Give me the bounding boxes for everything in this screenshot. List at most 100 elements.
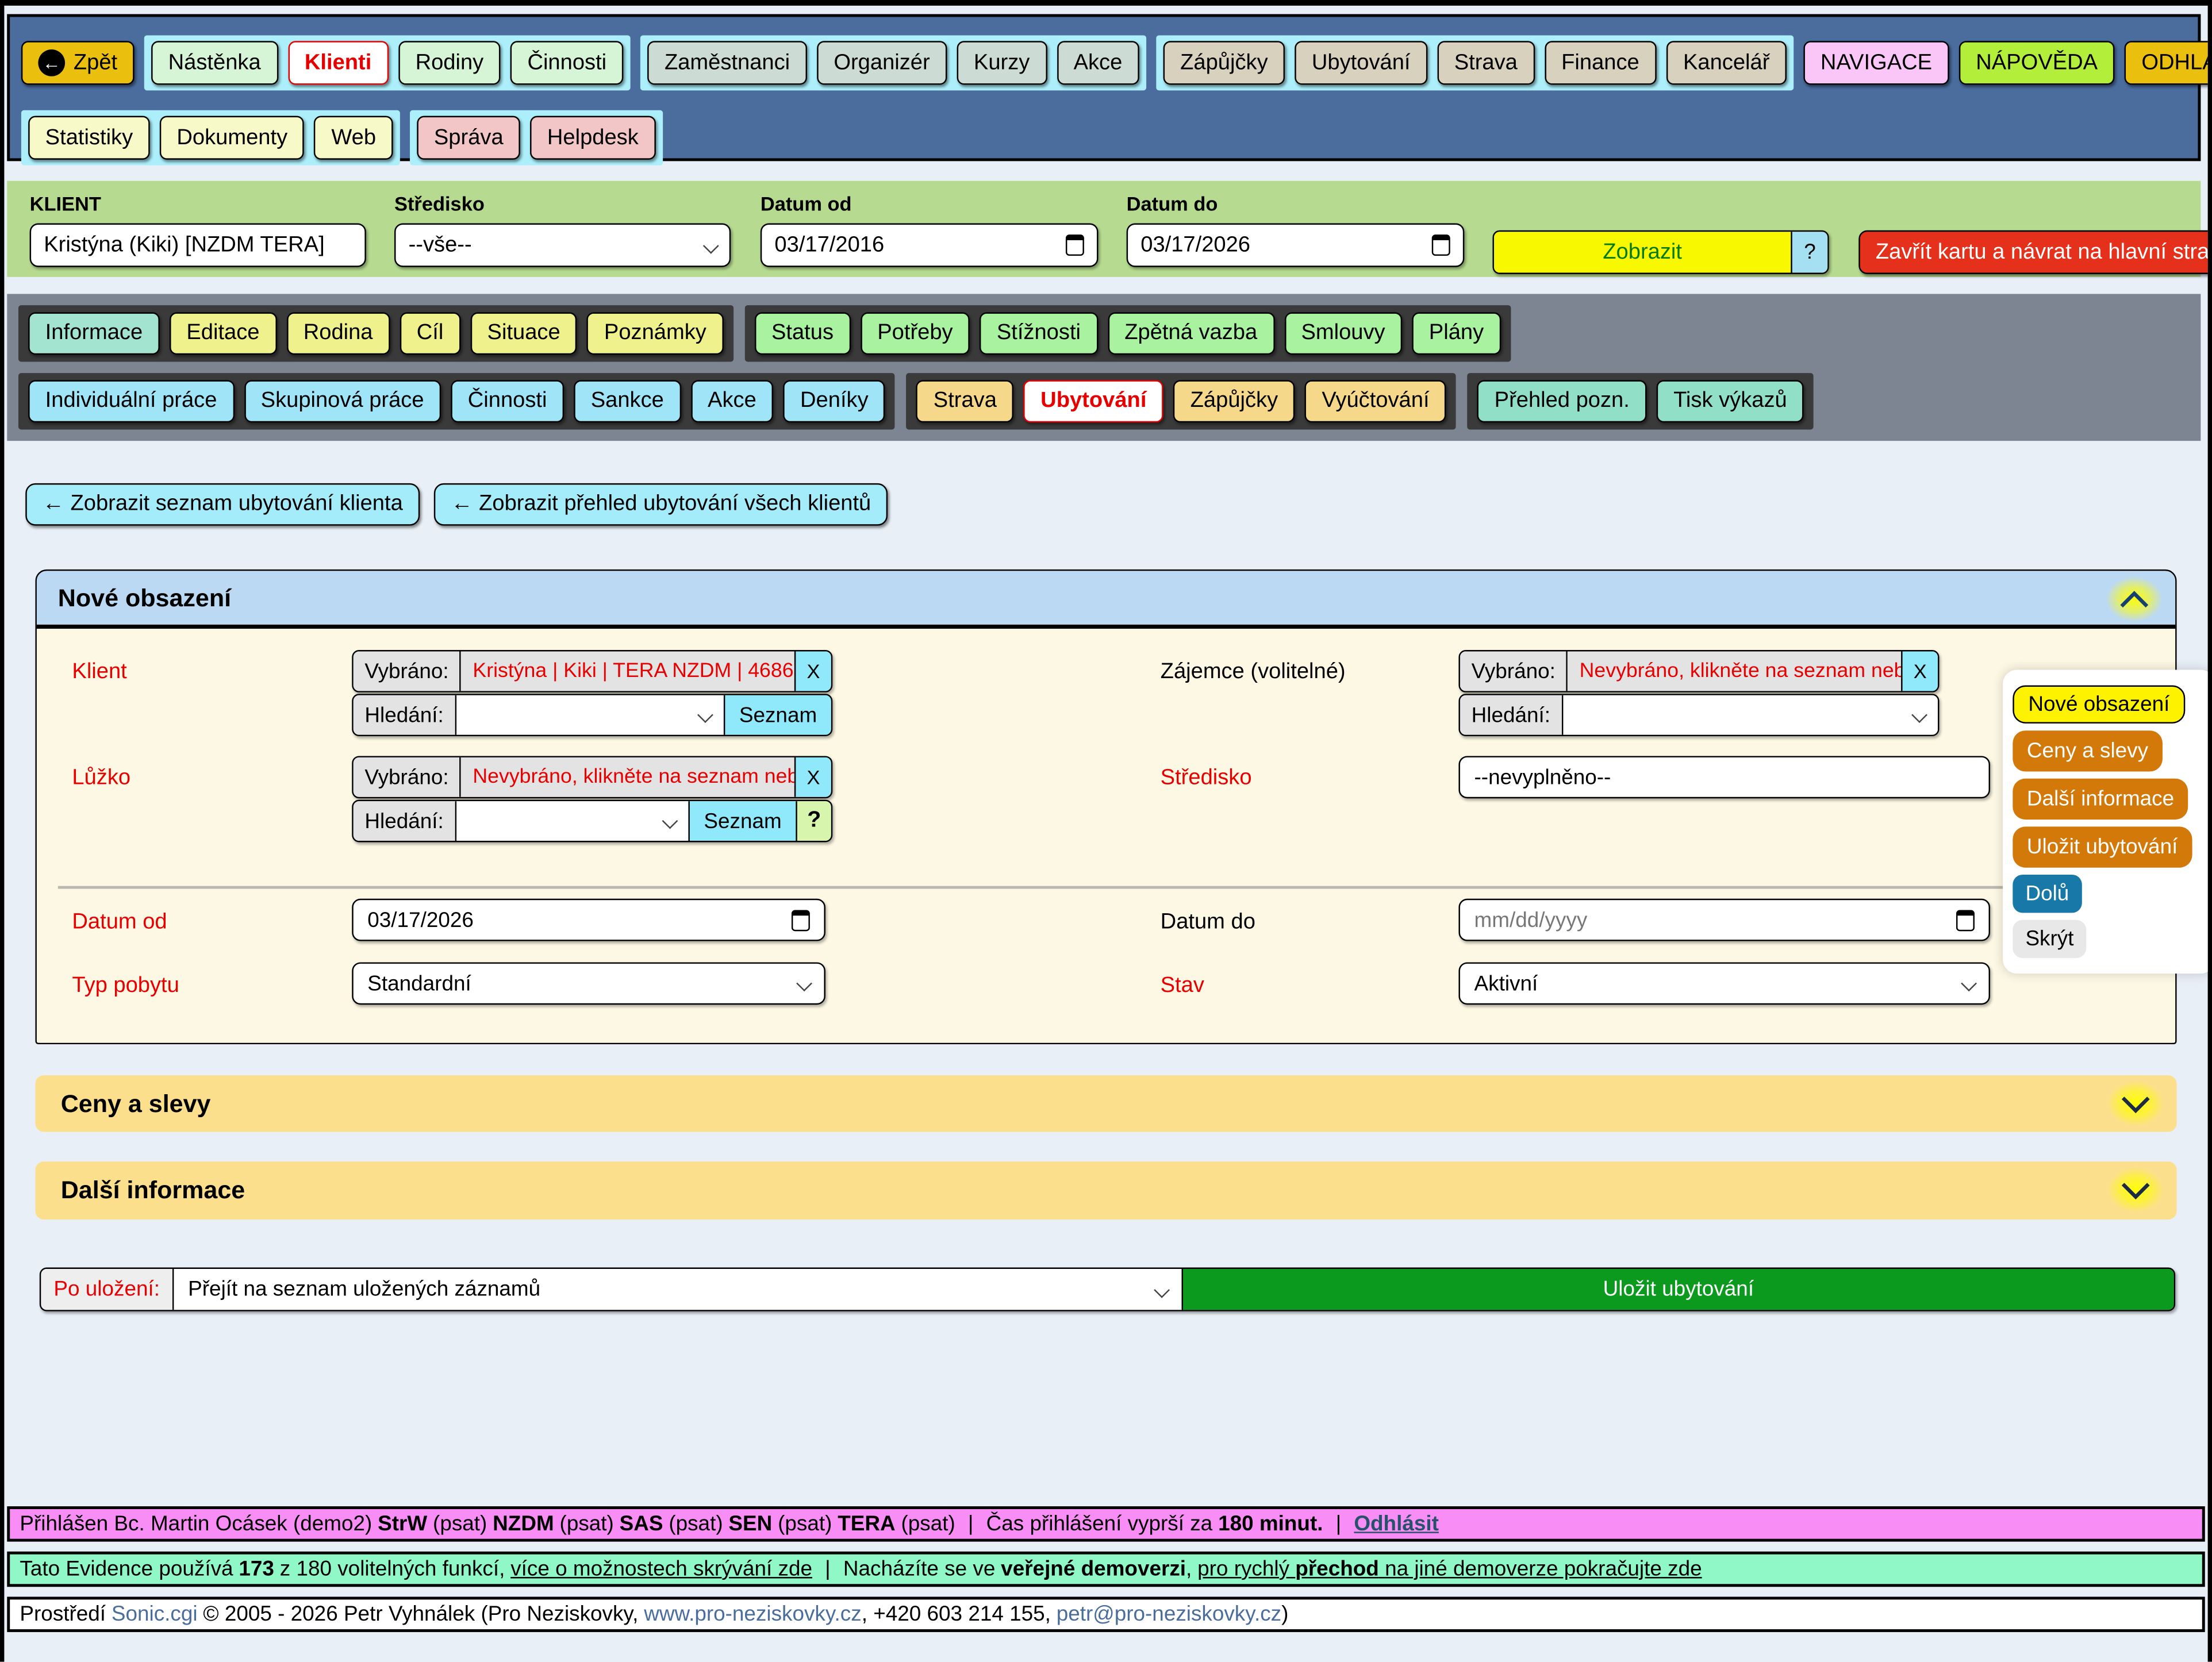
klient-filter-input[interactable]: Kristýna (Kiki) [NZDM TERA]	[30, 223, 366, 267]
tab-rodina[interactable]: Rodina	[286, 312, 390, 355]
menu-nove-obsazeni[interactable]: Nové obsazení	[2013, 686, 2185, 724]
tab-potreby[interactable]: Potřeby	[861, 312, 970, 355]
tab-editace[interactable]: Editace	[170, 312, 276, 355]
nav-item-zamestnanci[interactable]: Zaměstnanci	[647, 41, 807, 84]
datum-do-filter-input[interactable]: 03/17/2026	[1127, 223, 1465, 267]
nav-item-helpdesk[interactable]: Helpdesk	[530, 116, 655, 160]
tab-plany[interactable]: Plány	[1412, 312, 1500, 355]
stredisko-filter-select[interactable]: --vše--	[394, 223, 731, 267]
menu-ulozit-ubytovani[interactable]: Uložit ubytování	[2013, 826, 2192, 867]
role-suffix: (psat)	[778, 1512, 832, 1536]
tab-vyuctovani[interactable]: Vyúčtování	[1305, 380, 1446, 422]
luzko-seznam-button[interactable]: Seznam	[688, 801, 796, 841]
nav-group-clients: Nástěnka Klienti Rodiny Činnosti	[144, 35, 631, 90]
website-link[interactable]: www.pro-neziskovky.cz	[644, 1602, 862, 1626]
nav-item-klienti[interactable]: Klienti	[287, 41, 388, 84]
role-badge: SAS	[620, 1512, 663, 1536]
nav-item-kurzy[interactable]: Kurzy	[957, 41, 1046, 84]
nav-item-strava[interactable]: Strava	[1437, 41, 1534, 84]
zobrazit-help-button[interactable]: ?	[1791, 232, 1827, 272]
navigace-button[interactable]: NAVIGACE	[1803, 41, 1949, 84]
logout-link[interactable]: Odhlásit	[1354, 1512, 1439, 1536]
env-text: , +420 603 214 155,	[862, 1602, 1051, 1626]
hide-options-link[interactable]: více o možnostech skrývání zde	[510, 1557, 812, 1582]
show-all-accommodation-overview-button[interactable]: ← Zobrazit přehled ubytování všech klien…	[434, 483, 888, 526]
nav-item-sprava[interactable]: Správa	[417, 116, 520, 160]
sonic-link[interactable]: Sonic.cgi	[112, 1602, 198, 1626]
zajemce-search-select[interactable]	[1563, 695, 1938, 735]
show-client-accommodation-list-button[interactable]: ← Zobrazit seznam ubytování klienta	[25, 483, 420, 526]
nav-item-ubytovani[interactable]: Ubytování	[1295, 41, 1427, 84]
expand-ceny-chevron[interactable]	[2107, 1081, 2164, 1126]
section-dalsi-informace[interactable]: Další informace	[35, 1161, 2176, 1219]
tab-akce[interactable]: Akce	[691, 380, 774, 422]
tab-deniky[interactable]: Deníky	[784, 380, 886, 422]
zobrazit-button[interactable]: Zobrazit	[1494, 232, 1791, 272]
chevron-down-icon	[1961, 975, 1977, 991]
luzko-help-button[interactable]: ?	[796, 801, 831, 841]
tab-poznamky[interactable]: Poznámky	[587, 312, 723, 355]
nav-item-akce[interactable]: Akce	[1057, 41, 1139, 84]
menu-dalsi-informace[interactable]: Další informace	[2013, 779, 2188, 820]
demo-switch-link[interactable]: pro rychlý přechod na jiné demoverze pok…	[1197, 1557, 1702, 1582]
napoveda-button[interactable]: NÁPOVĚDA	[1959, 41, 2115, 84]
datum-do-input[interactable]: mm/dd/yyyy	[1458, 899, 1990, 941]
klient-clear-button[interactable]: X	[794, 652, 831, 691]
expand-dalsi-chevron[interactable]	[2107, 1167, 2164, 1213]
tab-strava[interactable]: Strava	[916, 380, 1013, 422]
stav-select[interactable]: Aktivní	[1458, 962, 1990, 1005]
datum-od-input[interactable]: 03/17/2026	[352, 899, 825, 941]
tab-situace[interactable]: Situace	[470, 312, 577, 355]
tab-individualni-prace[interactable]: Individuální práce	[28, 380, 234, 422]
stav-field-label: Stav	[1161, 974, 1204, 999]
klient-seznam-button[interactable]: Seznam	[724, 695, 831, 735]
nav-item-nastenka[interactable]: Nástěnka	[151, 41, 278, 84]
tab-zpetna-vazba[interactable]: Zpětná vazba	[1108, 312, 1274, 355]
menu-ceny-a-slevy[interactable]: Ceny a slevy	[2013, 730, 2162, 771]
tab-status[interactable]: Status	[754, 312, 850, 355]
tab-stiznosti[interactable]: Stížnosti	[980, 312, 1097, 355]
close-card-button[interactable]: Zavřít kartu a návrat na hlavní stranu	[1858, 230, 2212, 274]
menu-skryt[interactable]: Skrýt	[2013, 920, 2086, 958]
tab-cinnosti[interactable]: Činnosti	[451, 380, 564, 422]
tab-group-info: Informace Editace Rodina Cíl Situace Poz…	[18, 305, 734, 361]
tab-smlouvy[interactable]: Smlouvy	[1284, 312, 1402, 355]
tab-skupinova-prace[interactable]: Skupinová práce	[244, 380, 441, 422]
nav-item-statistiky[interactable]: Statistiky	[28, 116, 149, 160]
klient-filter-label: KLIENT	[30, 192, 366, 214]
nav-item-zapujcky[interactable]: Zápůjčky	[1163, 41, 1285, 84]
save-accommodation-button[interactable]: Uložit ubytování	[1182, 1269, 2174, 1310]
klient-search-select[interactable]	[456, 695, 724, 735]
after-save-select[interactable]: Přejít na seznam uložených záznamů	[174, 1269, 1182, 1310]
datum-do-field-label: Datum do	[1161, 910, 1255, 935]
collapse-panel-chevron[interactable]	[2106, 576, 2163, 622]
nav-item-cinnosti[interactable]: Činnosti	[510, 41, 624, 84]
nav-item-organizer[interactable]: Organizér	[817, 41, 947, 84]
tab-sankce[interactable]: Sankce	[574, 380, 681, 422]
typ-pobytu-select[interactable]: Standardní	[352, 962, 825, 1005]
odhlasit-button[interactable]: ODHLÁSIT	[2125, 41, 2212, 84]
role-suffix: (psat)	[901, 1512, 955, 1536]
datum-od-filter-input[interactable]: 03/17/2016	[761, 223, 1099, 267]
nav-item-finance[interactable]: Finance	[1545, 41, 1657, 84]
nav-item-web[interactable]: Web	[314, 116, 393, 160]
tab-tisk-vykazu[interactable]: Tisk výkazů	[1657, 380, 1804, 422]
tab-ubytovani[interactable]: Ubytování	[1024, 380, 1163, 422]
tab-zapujcky[interactable]: Zápůjčky	[1173, 380, 1295, 422]
luzko-search-select[interactable]	[456, 801, 688, 841]
tab-group-work: Individuální práce Skupinová práce Činno…	[18, 373, 895, 429]
zajemce-clear-button[interactable]: X	[1901, 652, 1938, 691]
tab-informace[interactable]: Informace	[28, 312, 159, 355]
luzko-clear-button[interactable]: X	[794, 757, 831, 797]
datum-do-filter-value: 03/17/2026	[1140, 232, 1250, 257]
nav-item-dokumenty[interactable]: Dokumenty	[160, 116, 305, 160]
back-button[interactable]: ← Zpět	[21, 41, 135, 84]
section-ceny-a-slevy[interactable]: Ceny a slevy	[35, 1075, 2176, 1132]
nav-item-rodiny[interactable]: Rodiny	[398, 41, 501, 84]
tab-cil[interactable]: Cíl	[400, 312, 460, 355]
nav-item-kancelar[interactable]: Kancelář	[1666, 41, 1786, 84]
stredisko-select[interactable]: --nevyplněno--	[1458, 756, 1990, 798]
menu-dolu[interactable]: Dolů	[2013, 875, 2082, 913]
email-link[interactable]: petr@pro-neziskovky.cz	[1057, 1602, 1281, 1626]
tab-prehled-pozn[interactable]: Přehled pozn.	[1477, 380, 1646, 422]
